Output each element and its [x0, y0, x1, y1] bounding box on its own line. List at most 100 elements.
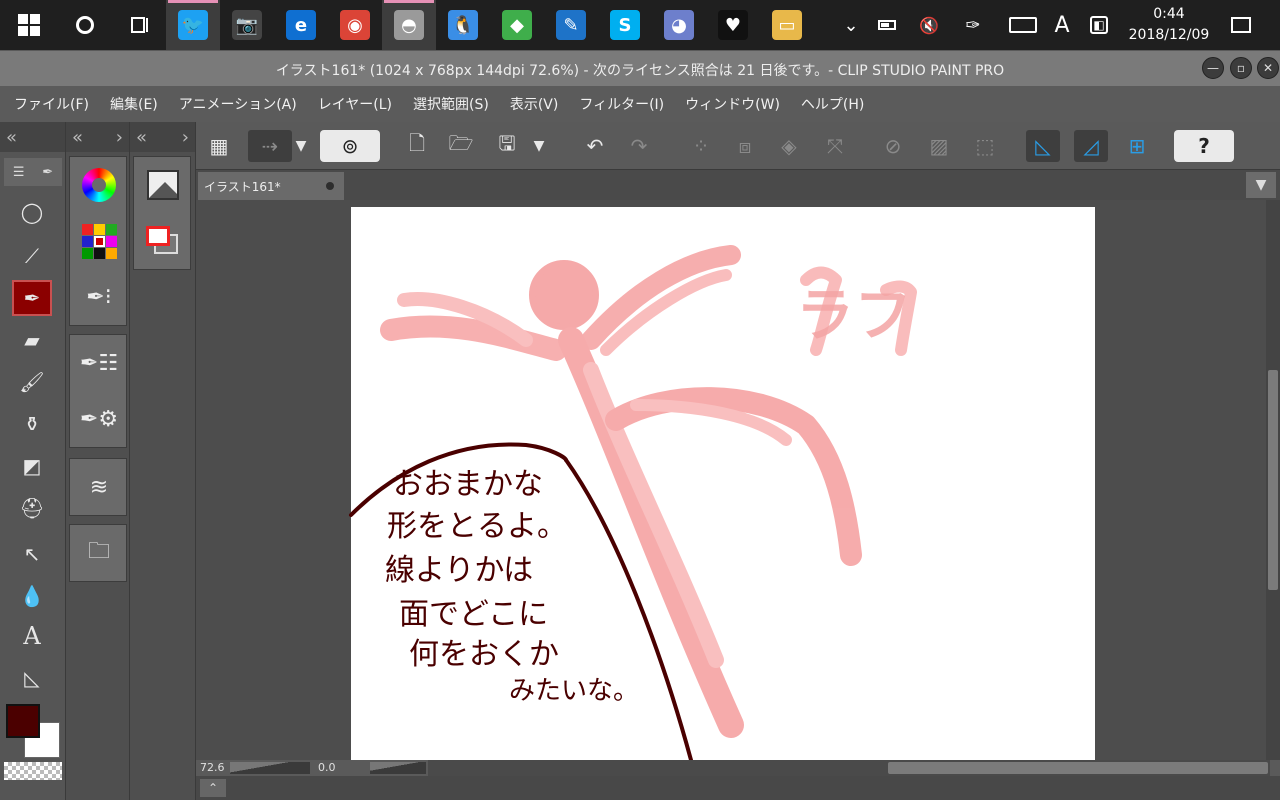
- taskbar-app-writer[interactable]: ✎: [544, 0, 598, 50]
- vertical-scrollbar[interactable]: [1266, 200, 1280, 760]
- blend-tool-icon[interactable]: 💧: [12, 578, 52, 614]
- task-view-button[interactable]: [112, 0, 166, 50]
- expand-right-icon[interactable]: ›: [116, 127, 123, 148]
- close-tab-icon[interactable]: [326, 182, 334, 190]
- airbrush-tool-icon[interactable]: ⚱: [12, 406, 52, 442]
- color-set-icon[interactable]: [70, 213, 128, 269]
- layer-property-icon[interactable]: [134, 213, 192, 269]
- fill-selection-icon[interactable]: ◈: [772, 130, 806, 162]
- action-center-icon[interactable]: [1226, 0, 1256, 50]
- taskbar-app-twitter[interactable]: 🐦: [166, 0, 220, 50]
- taskbar-app-pawoo[interactable]: 🐧: [436, 0, 490, 50]
- redo-icon[interactable]: ↷: [622, 130, 656, 162]
- invert-selection-icon[interactable]: ▨: [922, 130, 956, 162]
- menu-view[interactable]: 表示(V): [510, 94, 559, 114]
- color-wheel-icon[interactable]: [70, 157, 128, 213]
- touch-keyboard-icon[interactable]: [1006, 0, 1040, 50]
- menu-filter[interactable]: フィルター(I): [579, 94, 664, 114]
- fill-tool-icon[interactable]: ◩: [12, 448, 52, 484]
- pen-tab-icon[interactable]: ✒: [42, 165, 53, 180]
- decoration-tool-icon[interactable]: ⛑: [12, 490, 52, 526]
- taskbar-app-line-bot[interactable]: ◆: [490, 0, 544, 50]
- brush-tool-icon[interactable]: 🖌: [12, 364, 52, 400]
- collapse-left-icon[interactable]: «: [6, 127, 17, 148]
- taskbar-app-explorer[interactable]: ▭: [760, 0, 814, 50]
- collapse-left-icon[interactable]: «: [72, 127, 83, 148]
- taskbar-app-skype[interactable]: S: [598, 0, 652, 50]
- menu-edit[interactable]: 編集(E): [110, 94, 158, 114]
- transfer-dropdown-icon[interactable]: ▼: [290, 130, 312, 162]
- lasso-tool-icon[interactable]: ◯: [12, 194, 52, 230]
- notes-app-icon[interactable]: ◧: [1084, 0, 1114, 50]
- canvas-drawing[interactable]: [196, 200, 1266, 760]
- battery-icon[interactable]: [872, 0, 902, 50]
- deselect-icon[interactable]: ⊘: [876, 130, 910, 162]
- close-icon[interactable]: ✕: [1257, 57, 1279, 79]
- input-indicator[interactable]: A: [1050, 0, 1074, 50]
- undo-icon[interactable]: ↶: [578, 130, 612, 162]
- expand-up-icon[interactable]: ⌃: [200, 779, 226, 797]
- transfer-icon[interactable]: ⇢: [248, 130, 292, 162]
- zoom-slider[interactable]: [230, 762, 310, 774]
- save-icon[interactable]: 🖫: [490, 130, 524, 162]
- show-selection-icon[interactable]: ⬚: [968, 130, 1002, 162]
- transparent-color-swatch[interactable]: [4, 762, 62, 780]
- start-button[interactable]: [0, 0, 58, 50]
- menu-file[interactable]: ファイル(F): [14, 94, 89, 114]
- clear-outside-icon[interactable]: ⧈: [728, 130, 762, 162]
- collapse-left-icon[interactable]: «: [136, 127, 147, 148]
- sub-tool-menu-icon[interactable]: ☰: [13, 165, 25, 180]
- menu-selection[interactable]: 選択範囲(S): [413, 94, 489, 114]
- taskbar-app-discord[interactable]: ◕: [652, 0, 706, 50]
- menu-layer[interactable]: レイヤー(L): [318, 94, 392, 114]
- horizontal-scrollbar[interactable]: [428, 760, 1270, 776]
- menu-window[interactable]: ウィンドウ(W): [685, 94, 780, 114]
- cortana-button[interactable]: [58, 0, 112, 50]
- horizontal-scroll-thumb[interactable]: [888, 762, 1268, 774]
- pen-workspace-icon[interactable]: ✑: [958, 0, 988, 50]
- clear-icon[interactable]: ⁘: [684, 130, 718, 162]
- operation-tool-icon[interactable]: ↖: [12, 536, 52, 572]
- menu-help[interactable]: ヘルプ(H): [801, 94, 864, 114]
- rotation-slider[interactable]: [370, 762, 426, 774]
- clip-studio-icon[interactable]: ⊚: [320, 130, 380, 162]
- snap-special-ruler-icon[interactable]: ◿: [1074, 130, 1108, 162]
- transform-icon[interactable]: ⤧: [818, 130, 852, 162]
- clock[interactable]: 0:44 2018/12/09: [1124, 4, 1214, 46]
- material-folder-icon[interactable]: 🗀: [70, 525, 128, 581]
- expand-right-icon[interactable]: ›: [182, 127, 189, 148]
- open-file-icon[interactable]: 🗁: [444, 130, 478, 162]
- maximize-icon[interactable]: ▫: [1230, 57, 1252, 79]
- zoom-value[interactable]: 72.6: [200, 761, 225, 774]
- vertical-scroll-thumb[interactable]: [1268, 370, 1278, 590]
- taskbar-app-clip-studio[interactable]: ◓: [382, 0, 436, 50]
- minimize-icon[interactable]: —: [1202, 57, 1224, 79]
- text-tool-icon[interactable]: A: [12, 618, 52, 654]
- volume-muted-icon[interactable]: 🔇: [914, 0, 944, 50]
- menu-animation[interactable]: アニメーション(A): [179, 94, 297, 114]
- save-dropdown-icon[interactable]: ▼: [528, 130, 550, 162]
- taskbar-app-heart-app[interactable]: ♥: [706, 0, 760, 50]
- eyedropper-tool-icon[interactable]: ⟋: [12, 238, 52, 274]
- grid-view-icon[interactable]: ▦: [202, 130, 236, 162]
- taskbar-app-edge[interactable]: e: [274, 0, 328, 50]
- document-tab[interactable]: イラスト161*: [198, 172, 344, 200]
- sub-tool-list-icon[interactable]: ✒☷: [70, 335, 128, 391]
- tab-menu-chevron-icon[interactable]: ▼: [1246, 172, 1276, 198]
- sub-tool-icon[interactable]: ✒⁝: [70, 269, 128, 325]
- tray-overflow-chevron-icon[interactable]: ⌄: [836, 0, 866, 50]
- new-file-icon[interactable]: 🗋: [400, 130, 434, 162]
- snap-ruler-icon[interactable]: ◺: [1026, 130, 1060, 162]
- rotation-value[interactable]: 0.0: [318, 761, 336, 774]
- eraser-tool-icon[interactable]: ▰: [12, 322, 52, 358]
- tool-property-icon[interactable]: ✒⚙: [70, 391, 128, 447]
- foreground-color-swatch[interactable]: [6, 704, 40, 738]
- taskbar-app-camera[interactable]: 📷: [220, 0, 274, 50]
- taskbar-app-chrome[interactable]: ◉: [328, 0, 382, 50]
- ruler-tool-icon[interactable]: ◺: [12, 660, 52, 696]
- help-icon[interactable]: ?: [1174, 130, 1234, 162]
- snap-grid-icon[interactable]: ⊞: [1120, 130, 1154, 162]
- layer-stack-icon[interactable]: ≋: [70, 459, 128, 515]
- canvas-area[interactable]: [196, 200, 1266, 760]
- pen-tool-icon[interactable]: ✒: [12, 280, 52, 316]
